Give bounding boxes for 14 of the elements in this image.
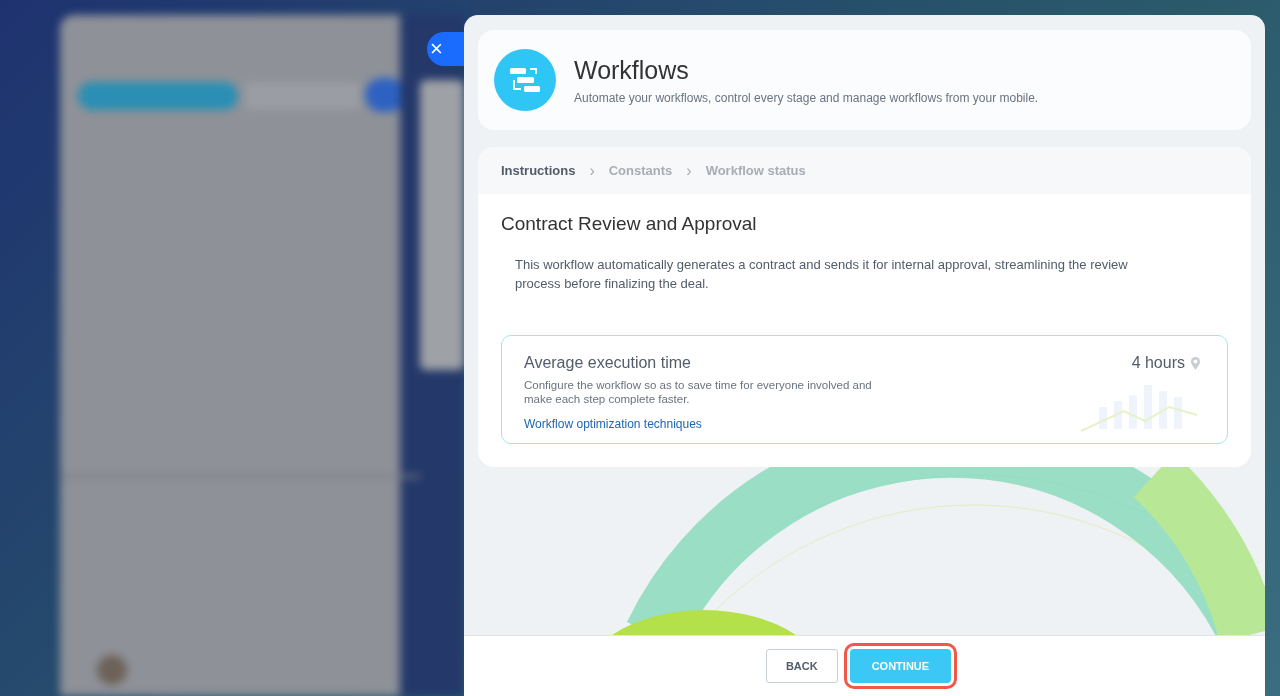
card-text: Configure the workflow so as to save time for everyone involved and make each step complete faster. xyxy=(524,378,873,406)
back-button[interactable]: BACK xyxy=(765,649,838,683)
chevron-icon: › xyxy=(589,161,595,180)
breadcrumb-step[interactable]: Instructions xyxy=(501,163,576,178)
optimization-link[interactable]: Workflow optimization techniques xyxy=(524,417,702,431)
execution-time-value: 4 hours xyxy=(1131,354,1185,372)
close-button[interactable]: × xyxy=(427,32,464,66)
page-subtitle: Automate your workflows, control every stage and manage workflows from your mobile. xyxy=(574,90,1039,105)
card-title: Average execution time xyxy=(524,354,691,372)
pin-icon xyxy=(1190,355,1201,371)
chevron-icon: › xyxy=(686,161,692,180)
workflow-description: This workflow automatically generates a contract and sends it for internal approval, streamlining the review process before finalizing the deal. xyxy=(515,256,1129,293)
workflow-title: Contract Review and Approval xyxy=(501,213,758,235)
page-title: Workflows xyxy=(574,55,690,85)
